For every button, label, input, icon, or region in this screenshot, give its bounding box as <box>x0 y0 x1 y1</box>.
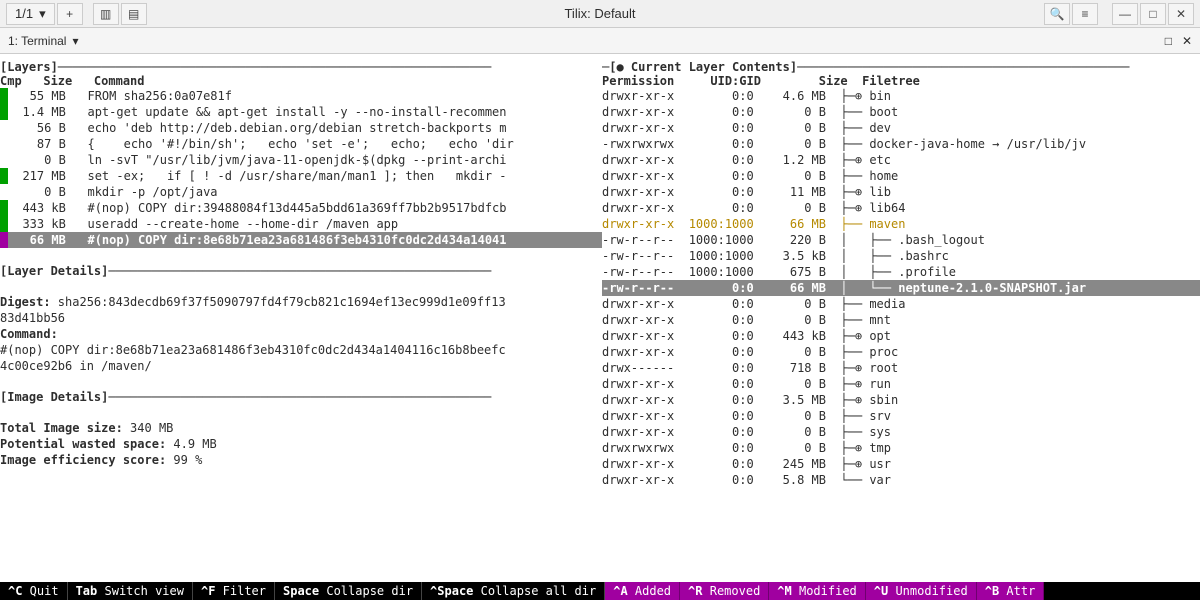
session-selector[interactable]: 1/1▾ <box>6 3 55 25</box>
keymap-item: ^R Removed <box>680 582 769 600</box>
filetree-row[interactable]: drwxr-xr-x 0:0 11 MB ├─⊕ lib <box>602 184 1200 200</box>
tab-terminal[interactable]: 1: Terminal <box>8 34 66 48</box>
cmp-bar <box>0 184 8 200</box>
close-pane-icon[interactable]: ✕ <box>1182 34 1192 48</box>
chevron-down-icon[interactable]: ▾ <box>72 34 78 48</box>
maximize-pane-icon[interactable]: □ <box>1165 34 1172 48</box>
filetree-row[interactable]: drwxr-xr-x 0:0 1.2 MB ├─⊕ etc <box>602 152 1200 168</box>
filetree-row[interactable]: drwxr-xr-x 0:0 5.8 MB └── var <box>602 472 1200 488</box>
digest-line2: 83d41bb56 <box>0 310 602 326</box>
digest-line: Digest: sha256:843decdb69f37f5090797fd4f… <box>0 294 602 310</box>
menu-icon[interactable]: ≡ <box>1072 3 1098 25</box>
layers-pane[interactable]: [Layers]────────────────────────────────… <box>0 60 602 582</box>
keymap-item: ^Space Collapse all dir <box>422 582 605 600</box>
filetree-row[interactable]: drwxr-xr-x 0:0 0 B ├── mnt <box>602 312 1200 328</box>
layers-header: [Layers]────────────────────────────────… <box>0 60 602 74</box>
total-size: Total Image size: 340 MB <box>0 420 602 436</box>
keymap-item: ^U Unmodified <box>866 582 977 600</box>
keymap-item: ^F Filter <box>193 582 275 600</box>
wasted-space: Potential wasted space: 4.9 MB <box>0 436 602 452</box>
command-label: Command: <box>0 326 602 342</box>
filetree-row[interactable]: drwxr-xr-x 0:0 443 kB ├─⊕ opt <box>602 328 1200 344</box>
cmp-bar <box>0 120 8 136</box>
layer-row[interactable]: 56 B echo 'deb http://deb.debian.org/deb… <box>0 120 602 136</box>
filetree-row[interactable]: drwxr-xr-x 0:0 0 B ├─⊕ run <box>602 376 1200 392</box>
tabbar: 1: Terminal ▾ □ ✕ <box>0 28 1200 54</box>
filetree-row[interactable]: drwxr-xr-x 1000:1000 66 MB ├── maven <box>602 216 1200 232</box>
filetree-row-selected[interactable]: -rw-r--r-- 0:0 66 MB │ └── neptune-2.1.0… <box>602 280 1200 296</box>
keymap-item: Tab Switch view <box>68 582 193 600</box>
filetree-row[interactable]: drwx------ 0:0 718 B ├─⊕ root <box>602 360 1200 376</box>
keymap-footer: ^C QuitTab Switch view^F FilterSpace Col… <box>0 582 1200 600</box>
layers-columns: Cmp Size Command <box>0 74 602 88</box>
maximize-icon[interactable]: □ <box>1140 3 1166 25</box>
split-down-icon[interactable]: ▥ <box>93 3 119 25</box>
add-terminal-button[interactable]: + <box>57 3 83 25</box>
keymap-item: Space Collapse dir <box>275 582 422 600</box>
keymap-item: ^M Modified <box>769 582 865 600</box>
terminal[interactable]: [Layers]────────────────────────────────… <box>0 54 1200 600</box>
cmp-bar <box>0 168 8 184</box>
cmp-bar <box>0 232 8 248</box>
layer-row[interactable]: 217 MB set -ex; if [ ! -d /usr/share/man… <box>0 168 602 184</box>
keymap-item: ^A Added <box>605 582 680 600</box>
filetree-row[interactable]: drwxr-xr-x 0:0 3.5 MB ├─⊕ sbin <box>602 392 1200 408</box>
filetree-columns: Permission UID:GID Size Filetree <box>602 74 1200 88</box>
filetree-pane[interactable]: ─[● Current Layer Contents]─────────────… <box>602 60 1200 582</box>
filetree-row[interactable]: drwxr-xr-x 0:0 0 B ├── boot <box>602 104 1200 120</box>
image-details-header: [Image Details]─────────────────────────… <box>0 390 602 404</box>
layer-row[interactable]: 333 kB useradd --create-home --home-dir … <box>0 216 602 232</box>
cmp-bar <box>0 152 8 168</box>
titlebar: 1/1▾ + ▥ ▤ Tilix: Default 🔍 ≡ — □ ✕ <box>0 0 1200 28</box>
cmp-bar <box>0 88 8 104</box>
filetree-row[interactable]: drwxr-xr-x 0:0 0 B ├── proc <box>602 344 1200 360</box>
search-icon[interactable]: 🔍 <box>1044 3 1070 25</box>
window-title: Tilix: Default <box>564 6 635 21</box>
filetree-row[interactable]: drwxr-xr-x 0:0 0 B ├── srv <box>602 408 1200 424</box>
cmp-bar <box>0 200 8 216</box>
filetree-row[interactable]: drwxr-xr-x 0:0 245 MB ├─⊕ usr <box>602 456 1200 472</box>
filetree-row[interactable]: drwxrwxrwx 0:0 0 B ├─⊕ tmp <box>602 440 1200 456</box>
cmp-bar <box>0 136 8 152</box>
filetree-row[interactable]: drwxr-xr-x 0:0 0 B ├── dev <box>602 120 1200 136</box>
layer-row-selected[interactable]: 66 MB #(nop) COPY dir:8e68b71ea23a681486… <box>0 232 602 248</box>
filetree-row[interactable]: -rw-r--r-- 1000:1000 675 B │ ├── .profil… <box>602 264 1200 280</box>
contents-header: ─[● Current Layer Contents]─────────────… <box>602 60 1200 74</box>
layer-row[interactable]: 55 MB FROM sha256:0a07e81f <box>0 88 602 104</box>
efficiency: Image efficiency score: 99 % <box>0 452 602 468</box>
filetree-row[interactable]: drwxr-xr-x 0:0 0 B ├── home <box>602 168 1200 184</box>
split-right-icon[interactable]: ▤ <box>121 3 147 25</box>
cmp-bar <box>0 216 8 232</box>
filetree-row[interactable]: drwxr-xr-x 0:0 0 B ├── sys <box>602 424 1200 440</box>
cmp-bar <box>0 104 8 120</box>
layer-row[interactable]: 0 B mkdir -p /opt/java <box>0 184 602 200</box>
layer-row[interactable]: 0 B ln -svT "/usr/lib/jvm/java-11-openjd… <box>0 152 602 168</box>
layer-row[interactable]: 87 B { echo '#!/bin/sh'; echo 'set -e'; … <box>0 136 602 152</box>
filetree-row[interactable]: -rw-r--r-- 1000:1000 220 B │ ├── .bash_l… <box>602 232 1200 248</box>
filetree-row[interactable]: drwxr-xr-x 0:0 0 B ├── media <box>602 296 1200 312</box>
command-line2: 4c00ce92b6 in /maven/ <box>0 358 602 374</box>
keymap-item: ^C Quit <box>0 582 68 600</box>
command-line: #(nop) COPY dir:8e68b71ea23a681486f3eb43… <box>0 342 602 358</box>
filetree-row[interactable]: -rwxrwxrwx 0:0 0 B ├── docker-java-home … <box>602 136 1200 152</box>
close-icon[interactable]: ✕ <box>1168 3 1194 25</box>
keymap-item: ^B Attr <box>977 582 1045 600</box>
layer-details-header: [Layer Details]─────────────────────────… <box>0 264 602 278</box>
chevron-down-icon: ▾ <box>39 6 46 22</box>
filetree-row[interactable]: -rw-r--r-- 1000:1000 3.5 kB │ ├── .bashr… <box>602 248 1200 264</box>
filetree-row[interactable]: drwxr-xr-x 0:0 4.6 MB ├─⊕ bin <box>602 88 1200 104</box>
layer-row[interactable]: 443 kB #(nop) COPY dir:39488084f13d445a5… <box>0 200 602 216</box>
filetree-row[interactable]: drwxr-xr-x 0:0 0 B ├─⊕ lib64 <box>602 200 1200 216</box>
minimize-icon[interactable]: — <box>1112 3 1138 25</box>
layer-row[interactable]: 1.4 MB apt-get update && apt-get install… <box>0 104 602 120</box>
